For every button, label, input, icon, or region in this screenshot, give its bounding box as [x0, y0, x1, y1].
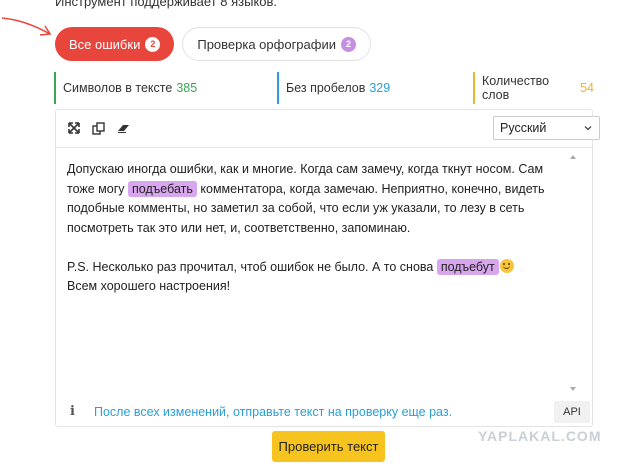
text-input-area[interactable]: Допускаю иногда ошибки, как и многие. Ко…: [67, 160, 572, 297]
info-icon: i: [70, 404, 75, 419]
toolbar-divider: [56, 147, 592, 148]
stat-no-spaces-label: Без пробелов: [286, 81, 366, 95]
filter-tabs: Все ошибки 2 Проверка орфографии 2: [55, 27, 371, 61]
red-arrow-icon: [1, 17, 52, 36]
editor-footer: i После всех изменений, отправьте текст …: [56, 397, 592, 427]
text-stats: Символов в тексте 385 Без пробелов 329 К…: [54, 72, 594, 104]
spelling-error-highlight[interactable]: подъебут: [436, 258, 499, 275]
paragraph-2-part-2: Всем хорошего настроения!: [67, 279, 231, 293]
tab-spelling[interactable]: Проверка орфографии 2: [182, 27, 371, 61]
eraser-icon[interactable]: [116, 120, 132, 136]
chevron-down-icon: [584, 126, 592, 131]
expand-icon[interactable]: [66, 120, 82, 136]
stat-words-value: 54: [580, 81, 594, 95]
stat-chars-value: 385: [176, 81, 198, 95]
editor-scrollbar[interactable]: [568, 152, 578, 394]
stat-words-label: Количество слов: [482, 74, 550, 102]
tab-all-errors-badge: 2: [145, 36, 161, 52]
language-select-value: Русский: [500, 121, 547, 135]
tab-all-errors[interactable]: Все ошибки 2: [55, 27, 175, 61]
smile-emoji-icon: [499, 258, 514, 273]
check-text-button[interactable]: Проверить текст: [272, 431, 385, 462]
watermark: YAPLAKAL.COM: [478, 428, 602, 444]
language-select[interactable]: Русский: [493, 116, 600, 140]
stat-no-spaces: Без пробелов 329: [277, 72, 390, 104]
tab-spelling-badge: 2: [341, 36, 356, 52]
spelling-error-highlight[interactable]: подъебать: [128, 180, 197, 197]
tab-spelling-label: Проверка орфографии: [197, 36, 336, 52]
top-note: Инструмент поддерживает 8 языков.: [55, 0, 278, 9]
copy-icon[interactable]: [90, 120, 106, 136]
paragraph-1: Допускаю иногда ошибки, как и многие. Ко…: [67, 160, 572, 238]
recheck-hint: После всех изменений, отправьте текст на…: [94, 405, 453, 419]
stat-words: Количество слов 54: [473, 72, 594, 104]
paragraph-2: P.S. Несколько раз прочитал, чтоб ошибок…: [67, 258, 572, 297]
editor-toolbar: Русский: [56, 110, 600, 146]
stat-chars: Символов в тексте 385: [54, 72, 197, 104]
stat-no-spaces-value: 329: [369, 81, 391, 95]
text-editor: Русский Допускаю иногда ошибки, как и мн…: [55, 109, 600, 427]
paragraph-2-part-1: P.S. Несколько раз прочитал, чтоб ошибок…: [67, 259, 437, 274]
stat-chars-label: Символов в тексте: [63, 81, 173, 95]
api-button[interactable]: API: [554, 401, 590, 423]
tab-all-errors-label: Все ошибки: [69, 36, 141, 52]
